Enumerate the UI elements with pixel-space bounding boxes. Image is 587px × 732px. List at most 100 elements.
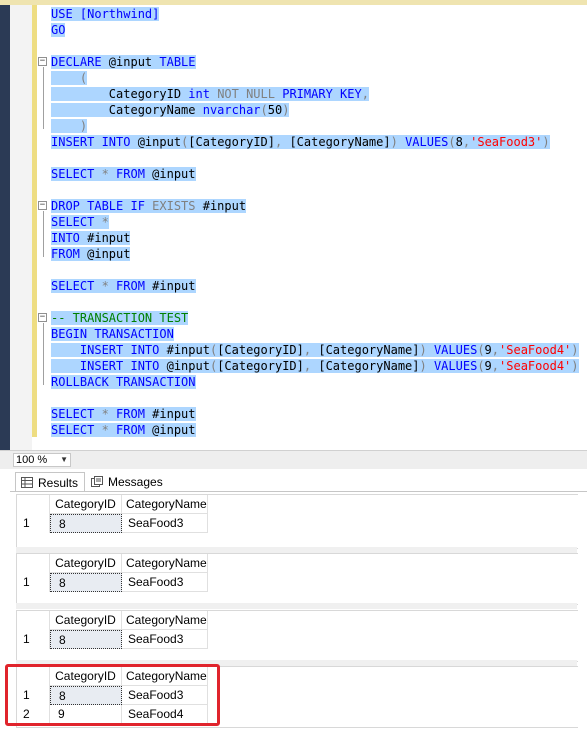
code-token: ,	[361, 87, 369, 101]
tab-messages[interactable]: Messages	[86, 472, 172, 492]
collapse-comment-icon[interactable]: −	[38, 313, 47, 322]
code-line: GO	[51, 22, 66, 38]
grid-splitter[interactable]	[16, 603, 577, 609]
row-number[interactable]: 1	[17, 573, 50, 592]
cell-categoryid[interactable]: 8	[50, 573, 122, 592]
collapse-drop-icon[interactable]: −	[38, 201, 47, 210]
code-token: @input	[137, 135, 182, 149]
change-tracking-bar	[32, 5, 37, 437]
collapse-declare-icon[interactable]: −	[38, 57, 47, 66]
result-grid[interactable]: CategoryID CategoryName 1 8 SeaFood3	[16, 610, 578, 662]
code-token: DECLARE	[51, 55, 109, 69]
code-token: CategoryID	[51, 87, 189, 101]
code-token: @input	[108, 55, 160, 69]
result-grid[interactable]: CategoryID CategoryName 1 8 SeaFood3	[16, 494, 578, 549]
grid-corner[interactable]	[17, 611, 50, 630]
code-line: INSERT INTO #input ([CategoryID], [Catego…	[51, 342, 579, 358]
row-number[interactable]: 1	[17, 514, 50, 533]
selected-text: GO	[51, 23, 66, 37]
result-grid[interactable]: CategoryID CategoryName 1 8 SeaFood3	[16, 553, 578, 605]
code-token: FROM	[116, 279, 153, 293]
code-token: [CategoryID]	[188, 135, 275, 149]
selected-text: (	[51, 71, 88, 85]
column-header[interactable]: CategoryName	[122, 554, 208, 573]
code-token: 9	[484, 359, 492, 373]
grid-corner[interactable]	[17, 495, 50, 514]
code-token: SELECT	[51, 279, 102, 293]
code-line: SELECT * FROM #input	[51, 406, 196, 422]
code-token: )	[419, 359, 434, 373]
code-token: FROM	[51, 247, 88, 261]
chevron-down-icon: ▼	[60, 455, 68, 464]
code-token: DROP TABLE IF	[51, 199, 153, 213]
cell-categoryid[interactable]: 8	[50, 514, 122, 533]
messages-icon	[91, 476, 103, 487]
code-token: EXISTS	[152, 199, 203, 213]
code-token: PRIMARY KEY	[282, 87, 362, 101]
code-token: INSERT INTO	[51, 359, 167, 373]
selected-text: DROP TABLE IF EXISTS #input	[51, 199, 247, 213]
code-token: (	[477, 343, 485, 357]
code-token: )	[571, 359, 579, 373]
code-token: [CategoryName]	[289, 135, 391, 149]
code-token: 'SeaFood3'	[470, 135, 543, 149]
code-token: 'SeaFood4'	[499, 343, 572, 357]
column-header[interactable]: CategoryID	[50, 495, 122, 514]
zoom-select[interactable]: 100 % ▼	[13, 453, 71, 467]
code-token: (	[260, 103, 268, 117]
code-line: SELECT * FROM #input	[51, 278, 196, 294]
tab-messages-label: Messages	[108, 475, 163, 489]
code-token: [CategoryID]	[217, 359, 304, 373]
tab-results[interactable]: Results	[15, 472, 85, 492]
selected-text: SELECT * FROM #input	[51, 279, 196, 293]
code-line: USE [Northwind]	[51, 6, 160, 22]
code-line: INSERT INTO @input ([CategoryID], [Catego…	[51, 358, 579, 374]
cell-categoryid[interactable]: 8	[50, 630, 122, 649]
code-token: #input	[87, 231, 131, 245]
code-token: 50	[267, 103, 283, 117]
code-token: SELECT	[51, 423, 102, 437]
code-token: FROM	[116, 423, 153, 437]
grid-corner[interactable]	[17, 554, 50, 573]
column-header[interactable]: CategoryID	[50, 611, 122, 630]
code-token: -- TRANSACTION TEST	[51, 311, 189, 325]
query-editor[interactable]: − − − USE [Northwind] GO DECLARE @input TA…	[0, 5, 587, 450]
collapse-guide	[43, 211, 44, 257]
selected-text: CategoryName nvarchar(50)	[51, 103, 290, 117]
code-token: FROM	[116, 167, 153, 181]
code-token: VALUES	[405, 135, 449, 149]
selected-text: FROM @input	[51, 247, 131, 261]
code-line: CategoryID int NOT NULL PRIMARY KEY,	[51, 86, 369, 102]
code-line: DROP TABLE IF EXISTS #input	[51, 198, 247, 214]
cell-categoryname[interactable]: SeaFood3	[122, 573, 208, 592]
cell-categoryname[interactable]: SeaFood3	[122, 630, 208, 649]
row-number[interactable]: 1	[17, 630, 50, 649]
code-token: )	[282, 103, 290, 117]
column-header[interactable]: CategoryID	[50, 554, 122, 573]
highlight-box	[5, 664, 220, 726]
code-token: 9	[484, 343, 492, 357]
code-token: ROLLBACK TRANSACTION	[51, 375, 196, 389]
code-token: SELECT	[51, 407, 102, 421]
code-token: NOT NULL	[217, 87, 283, 101]
code-token: @input	[152, 167, 196, 181]
code-token: SELECT	[51, 167, 102, 181]
code-token: ,	[491, 359, 500, 373]
code-line: (	[51, 70, 88, 86]
selected-text: CategoryID int NOT NULL PRIMARY KEY,	[51, 87, 369, 101]
code-token: )	[571, 343, 579, 357]
selected-text: DECLARE @input TABLE	[51, 55, 196, 69]
code-token: *	[101, 407, 117, 421]
window-edge	[0, 5, 10, 450]
cell-categoryname[interactable]: SeaFood3	[122, 514, 208, 533]
column-header[interactable]: CategoryName	[122, 495, 208, 514]
code-token: SELECT	[51, 215, 102, 229]
column-header[interactable]: CategoryName	[122, 611, 208, 630]
code-token: 8	[455, 135, 463, 149]
code-token: nvarchar	[202, 103, 261, 117]
code-line: SELECT *	[51, 214, 109, 230]
code-token: *	[101, 279, 117, 293]
code-line: INTO #input	[51, 230, 131, 246]
code-token: GO	[51, 23, 66, 37]
code-token: *	[101, 215, 109, 229]
